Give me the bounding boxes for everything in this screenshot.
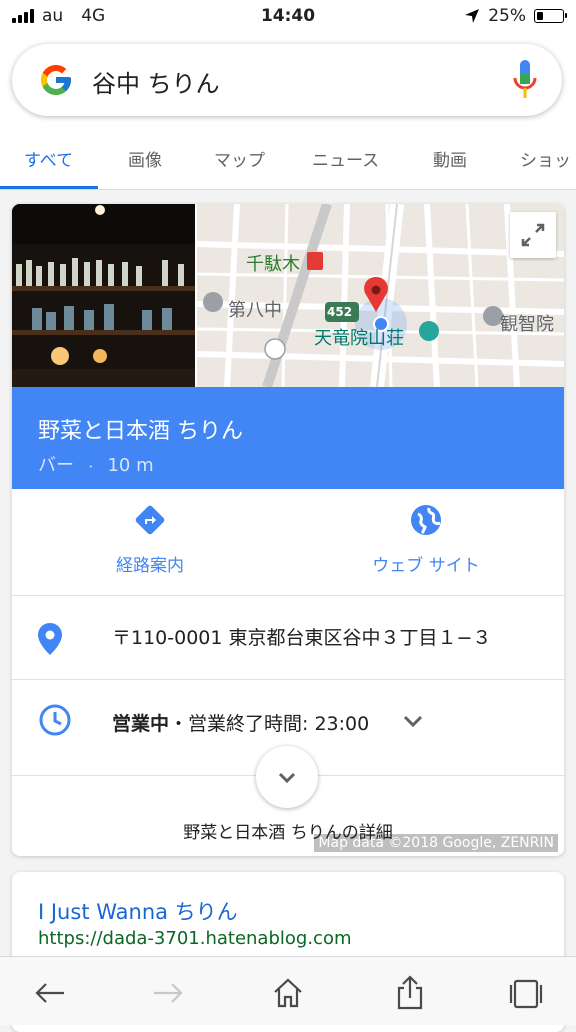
tab-all[interactable]: すべて	[24, 146, 73, 171]
tab-news[interactable]: ニュース	[312, 146, 379, 171]
map-label-temple2: 観智院	[500, 314, 554, 335]
place-header: 野菜と日本酒 ちりん バー ･ 10 m	[12, 387, 564, 489]
directions-label: 経路案内	[116, 556, 184, 576]
forward-arrow-icon[interactable]	[148, 973, 188, 1013]
tab-shopping[interactable]: ショッ	[520, 146, 571, 171]
share-icon[interactable]	[390, 973, 430, 1013]
active-tab-indicator	[0, 186, 98, 189]
microphone-icon[interactable]	[512, 60, 538, 100]
tab-videos[interactable]: 動画	[433, 146, 467, 171]
directions-icon	[135, 505, 165, 535]
place-subtitle: バー ･ 10 m	[38, 455, 154, 476]
more-details-link[interactable]: 野菜と日本酒 ちりんの詳細	[12, 818, 564, 843]
map-label-school: 第八中	[228, 300, 282, 321]
result-title-link[interactable]: I Just Wanna ちりん	[38, 896, 238, 926]
chevron-down-icon	[278, 772, 296, 784]
browser-toolbar	[0, 956, 576, 1025]
hours-text: 営業中・営業終了時間: 23:00	[112, 709, 369, 736]
globe-icon	[411, 505, 441, 535]
website-button[interactable]: ウェブ サイト	[288, 503, 564, 576]
expand-details-button[interactable]	[256, 746, 318, 808]
map-label-temple: 天竜院山荘	[314, 328, 404, 349]
search-tabs: すべて 画像 マップ ニュース 動画 ショッ	[0, 134, 576, 190]
place-card: 千駄木 第八中 天竜院山荘 観智院 452 Map data ©2018 Goo…	[12, 204, 564, 856]
expand-icon	[521, 223, 545, 247]
hours-separator: ・	[169, 713, 189, 735]
closing-time: 営業終了時間: 23:00	[188, 713, 370, 735]
tabs-icon[interactable]	[506, 973, 546, 1013]
website-label: ウェブ サイト	[372, 556, 480, 576]
search-header: 谷中 ちりん すべて 画像 マップ ニュース 動画 ショッ	[0, 34, 576, 190]
search-box[interactable]: 谷中 ちりん	[12, 44, 562, 116]
search-query[interactable]: 谷中 ちりん	[92, 64, 220, 99]
route-shield: 452	[327, 305, 353, 319]
result-url: https://dada-3701.hatenablog.com	[38, 928, 352, 949]
location-pin-icon	[38, 623, 62, 655]
tab-images[interactable]: 画像	[128, 146, 162, 171]
chevron-down-icon[interactable]	[402, 713, 424, 729]
back-arrow-icon[interactable]	[30, 973, 70, 1013]
clock-icon	[39, 704, 71, 736]
expand-map-button[interactable]	[510, 212, 556, 258]
map-label-station: 千駄木	[246, 254, 300, 275]
tab-maps[interactable]: マップ	[214, 146, 265, 171]
place-distance: 10 m	[107, 455, 154, 476]
battery-percent: 25%	[488, 6, 526, 26]
home-icon[interactable]	[268, 973, 308, 1013]
open-status: 営業中	[112, 713, 170, 735]
address-row[interactable]: 〒110-0001 東京都台東区谷中３丁目１−３	[12, 595, 564, 680]
status-bar: au 4G 14:40 25%	[0, 0, 576, 34]
address-text: 〒110-0001 東京都台東区谷中３丁目１−３	[112, 627, 492, 649]
place-title: 野菜と日本酒 ちりん	[38, 419, 243, 444]
action-buttons: 経路案内 ウェブ サイト	[12, 489, 564, 596]
directions-button[interactable]: 経路案内	[12, 503, 288, 576]
battery-icon	[534, 9, 567, 23]
google-logo-icon	[41, 65, 71, 95]
place-photo[interactable]	[12, 204, 195, 387]
place-category: バー	[38, 455, 74, 476]
location-arrow-icon	[465, 9, 480, 23]
